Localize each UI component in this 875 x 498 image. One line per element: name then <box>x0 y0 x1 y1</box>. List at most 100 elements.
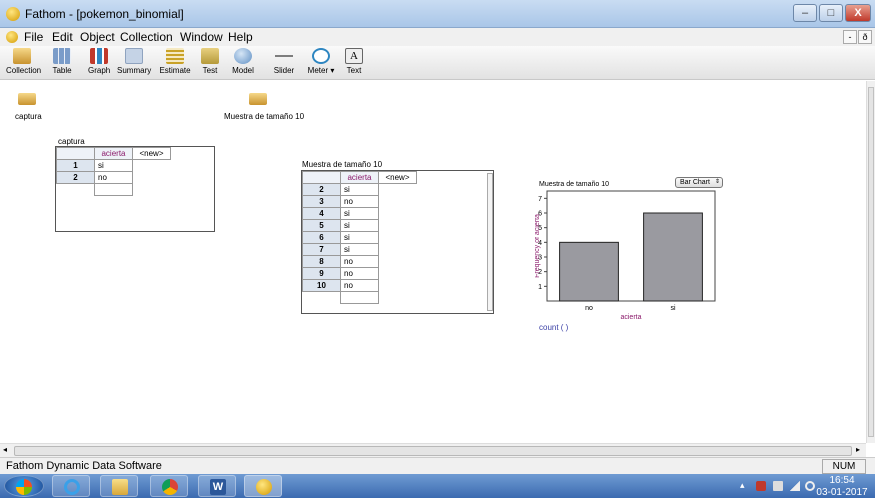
x-tick-label: no <box>585 305 593 312</box>
maximize-button[interactable]: □ <box>819 4 843 22</box>
graph-tool[interactable]: Graph <box>88 48 110 78</box>
taskbar-clock[interactable]: 16:54 03-01-2017 <box>812 476 872 498</box>
row-number[interactable]: 1 <box>56 159 95 172</box>
model-icon <box>234 48 252 64</box>
vertical-scroll-thumb[interactable] <box>868 87 874 437</box>
action-center-icon[interactable] <box>756 481 766 491</box>
internet-explorer-icon <box>64 479 80 495</box>
muestra-collection-label: Muestra de tamaño 10 <box>224 112 305 121</box>
horizontal-scroll-thumb[interactable] <box>14 446 852 456</box>
clock-date: 03-01-2017 <box>816 487 868 498</box>
close-button[interactable]: X <box>845 4 871 22</box>
document-minimize-button[interactable]: - <box>843 30 857 44</box>
table-cell[interactable]: si <box>340 231 379 244</box>
menu-collection[interactable]: Collection <box>120 30 173 44</box>
graph-formula[interactable]: count ( ) <box>539 323 568 332</box>
summary-tool[interactable]: Summary <box>117 48 151 78</box>
row-number[interactable]: 8 <box>302 255 341 268</box>
horizontal-scrollbar[interactable]: ◂ ▸ <box>0 443 866 457</box>
word-icon: W <box>210 479 226 495</box>
chrome-icon <box>162 479 178 495</box>
network-icon[interactable] <box>773 481 783 491</box>
graph-icon <box>90 48 108 64</box>
taskbar-file-explorer[interactable] <box>100 475 138 497</box>
row-number[interactable]: 9 <box>302 267 341 280</box>
signal-icon[interactable] <box>790 481 800 491</box>
table-cell[interactable]: si <box>340 183 379 196</box>
status-bar: Fathom Dynamic Data Software NUM <box>0 457 875 474</box>
table-cell[interactable]: no <box>94 171 133 184</box>
x-axis-label: acierta <box>620 314 641 321</box>
start-button[interactable] <box>4 475 44 497</box>
table-cell[interactable]: si <box>340 219 379 232</box>
table-cell[interactable] <box>94 183 133 196</box>
attribute-header-acierta[interactable]: acierta <box>340 171 379 184</box>
table-cell[interactable]: si <box>340 207 379 220</box>
fathom-app-icon <box>256 479 272 495</box>
slider-icon <box>275 48 293 64</box>
row-number[interactable]: 2 <box>56 171 95 184</box>
fathom-app-icon <box>6 7 20 21</box>
table-scrollbar[interactable] <box>487 173 493 311</box>
table-cell[interactable]: si <box>340 243 379 256</box>
muestra-case-table[interactable]: acierta <new> 2 si 3 no 4 si 5 si 6 si 7 si 8n… <box>301 170 494 314</box>
captura-collection-icon[interactable] <box>18 93 36 105</box>
row-number[interactable]: 3 <box>302 195 341 208</box>
taskbar-fathom[interactable] <box>244 475 282 497</box>
collection-tool[interactable]: Collection <box>6 48 41 78</box>
taskbar-internet-explorer[interactable] <box>52 475 90 497</box>
menu-window[interactable]: Window <box>180 30 223 44</box>
test-icon <box>201 48 219 64</box>
table-cell[interactable]: no <box>340 279 379 292</box>
toolbar: Collection Table Graph Summary Estimate … <box>0 46 875 80</box>
estimate-icon <box>166 48 184 64</box>
row-number[interactable]: 4 <box>302 207 341 220</box>
slider-tool[interactable]: Slider <box>273 48 295 78</box>
document-workspace[interactable]: captura Muestra de tamaño 10 captura aci… <box>0 81 866 443</box>
collection-icon <box>13 48 31 64</box>
row-number[interactable]: 7 <box>302 243 341 256</box>
menu-edit[interactable]: Edit <box>52 30 73 44</box>
bar-chart-graph[interactable]: Muestra de tamaño 10 Bar Chart ⇕ 1234567… <box>535 177 725 337</box>
text-tool[interactable]: A Text <box>345 48 363 78</box>
bar-chart-svg: 1234567no siaciertaFrequency of acierta <box>535 190 716 321</box>
taskbar-word[interactable]: W <box>198 475 236 497</box>
status-text: Fathom Dynamic Data Software <box>6 460 162 472</box>
new-attribute-header[interactable]: <new> <box>378 171 417 184</box>
taskbar-chrome[interactable] <box>150 475 188 497</box>
row-number[interactable]: 6 <box>302 231 341 244</box>
captura-case-table[interactable]: acierta <new> 1 si 2 no <box>55 146 215 232</box>
muestra-collection-icon[interactable] <box>249 93 267 105</box>
table-tool[interactable]: Table <box>50 48 74 78</box>
estimate-tool[interactable]: Estimate <box>159 48 191 78</box>
row-number[interactable]: 5 <box>302 219 341 232</box>
minimize-button[interactable]: – <box>793 4 817 22</box>
meter-icon <box>312 48 330 64</box>
document-icon[interactable] <box>6 31 18 43</box>
table-cell[interactable]: no <box>340 195 379 208</box>
scroll-left-icon[interactable]: ◂ <box>3 445 7 454</box>
model-tool[interactable]: Model <box>231 48 255 78</box>
menu-help[interactable]: Help <box>228 30 253 44</box>
bar-si <box>643 212 703 302</box>
document-restore-button[interactable]: ð <box>858 30 872 44</box>
row-number[interactable]: 2 <box>302 183 341 196</box>
new-attribute-header[interactable]: <new> <box>132 147 171 160</box>
vertical-scrollbar[interactable] <box>866 81 875 443</box>
captura-table-grid: acierta <new> 1 si 2 no <box>56 147 171 196</box>
table-corner <box>56 147 95 160</box>
y-axis-label: Frequency of acierta <box>535 214 541 278</box>
row-number[interactable]: 10 <box>302 279 341 292</box>
show-hidden-icons-icon[interactable]: ▴ <box>740 480 745 491</box>
meter-tool[interactable]: Meter ▾ <box>307 48 335 78</box>
table-cell[interactable]: no <box>340 255 379 268</box>
attribute-header-acierta[interactable]: acierta <box>94 147 133 160</box>
test-tool[interactable]: Test <box>199 48 221 78</box>
y-tick-label: 7 <box>538 196 542 203</box>
scroll-right-icon[interactable]: ▸ <box>856 445 860 454</box>
table-cell[interactable] <box>340 291 379 304</box>
table-cell[interactable]: si <box>94 159 133 172</box>
menu-file[interactable]: File <box>24 30 43 44</box>
menu-object[interactable]: Object <box>80 30 115 44</box>
table-cell[interactable]: no <box>340 267 379 280</box>
